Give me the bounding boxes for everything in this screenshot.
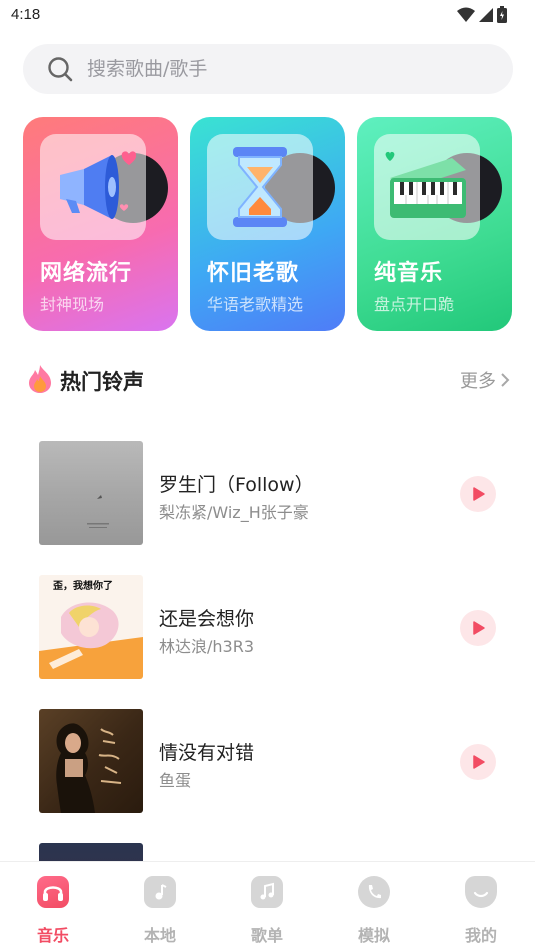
chevron-right-icon	[501, 373, 510, 387]
cover-art	[56, 723, 122, 813]
song-row[interactable]: 罗生门（Follow） 梨冻紧/Wiz_H张子豪	[0, 425, 535, 545]
nav-label: 音乐	[36, 926, 69, 945]
category-card-pop[interactable]: 网络流行 封神现场	[23, 117, 178, 331]
flame-icon	[29, 365, 51, 393]
category-subtitle: 华语老歌精选	[207, 295, 304, 314]
hourglass-icon	[233, 147, 287, 227]
play-icon	[473, 487, 485, 501]
search-icon	[48, 57, 73, 82]
phone-call-icon	[358, 876, 390, 908]
song-title: 还是会想你	[159, 608, 255, 630]
play-icon	[473, 755, 485, 769]
status-bar: 4:18	[0, 0, 535, 32]
search-input[interactable]	[87, 58, 467, 80]
piano-icon	[385, 151, 466, 218]
nav-item-music[interactable]: 音乐	[23, 874, 83, 946]
more-button[interactable]: 更多	[460, 367, 510, 393]
nav-label: 模拟	[357, 926, 390, 945]
cover-art	[87, 495, 109, 528]
wifi-icon	[457, 7, 475, 22]
category-subtitle: 封神现场	[40, 295, 105, 314]
category-title: 怀旧老歌	[207, 261, 300, 286]
song-row[interactable]: 歪，我想你了 还是会想你 林达浪/h3R3	[0, 559, 535, 679]
nav-item-playlist[interactable]: 歌单	[237, 874, 297, 946]
bottom-nav: 音乐 本地 歌单 模拟 我的	[0, 861, 535, 951]
local-folder-icon	[144, 876, 176, 908]
playlist-icon	[251, 876, 283, 908]
song-title: 情没有对错	[159, 742, 255, 764]
battery-icon	[497, 6, 507, 23]
play-button[interactable]	[460, 744, 496, 780]
song-cover: 歪，我想你了	[39, 575, 143, 679]
play-button[interactable]	[460, 610, 496, 646]
category-card-oldies[interactable]: 怀旧老歌 华语老歌精选	[190, 117, 345, 331]
section-header: 热门铃声 更多	[27, 362, 512, 398]
music-app-icon	[37, 876, 69, 908]
signal-icon	[479, 7, 493, 22]
search-bar[interactable]	[23, 44, 513, 94]
song-artist: 林达浪/h3R3	[159, 637, 255, 656]
more-label: 更多	[460, 371, 496, 392]
nav-item-local[interactable]: 本地	[130, 874, 190, 946]
play-button[interactable]	[460, 476, 496, 512]
song-cover	[39, 441, 143, 545]
category-subtitle: 盘点开口跪	[374, 295, 455, 314]
category-title: 网络流行	[40, 261, 133, 286]
nav-label: 我的	[464, 926, 497, 945]
nav-label: 本地	[143, 926, 176, 945]
song-title: 罗生门（Follow）	[159, 474, 314, 496]
status-time: 4:18	[11, 6, 41, 23]
nav-item-mine[interactable]: 我的	[451, 874, 511, 946]
category-art	[40, 134, 146, 240]
cover-caption: 歪，我想你了	[53, 581, 113, 592]
song-artist: 鱼蛋	[159, 771, 192, 790]
nav-label: 歌单	[250, 926, 283, 945]
profile-icon	[465, 876, 497, 908]
section-title: 热门铃声	[60, 370, 144, 394]
status-icons	[457, 6, 507, 23]
category-cards: 网络流行 封神现场 怀旧老歌 华语老歌精选 纯音乐 盘点开口跪	[23, 117, 513, 331]
song-artist: 梨冻紧/Wiz_H张子豪	[159, 503, 309, 522]
song-cover	[39, 709, 143, 813]
category-art	[207, 134, 313, 240]
song-row[interactable]: 情没有对错 鱼蛋	[0, 693, 535, 813]
category-card-instrumental[interactable]: 纯音乐 盘点开口跪	[357, 117, 512, 331]
category-art	[374, 134, 480, 240]
play-icon	[473, 621, 485, 635]
megaphone-icon	[60, 151, 136, 219]
nav-item-simulate[interactable]: 模拟	[344, 874, 404, 946]
category-title: 纯音乐	[374, 261, 444, 286]
